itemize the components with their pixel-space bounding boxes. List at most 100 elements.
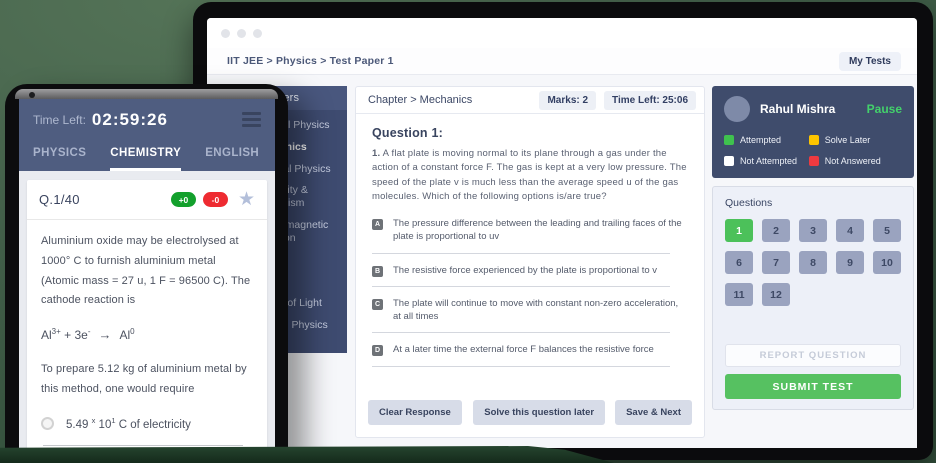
question-cell-4[interactable]: 4 bbox=[836, 219, 864, 242]
avatar bbox=[724, 96, 750, 122]
question-cell-1[interactable]: 1 bbox=[725, 219, 753, 242]
submit-test-button[interactable]: SUBMIT TEST bbox=[725, 374, 901, 399]
save-next-button[interactable]: Save & Next bbox=[615, 400, 692, 425]
arrow-icon: → bbox=[99, 327, 112, 342]
question-cell-3[interactable]: 3 bbox=[799, 219, 827, 242]
question-cell-2[interactable]: 2 bbox=[762, 219, 790, 242]
tab-physics[interactable]: PHYSICS bbox=[33, 143, 86, 171]
eq-part: Al bbox=[120, 328, 131, 342]
tab-english-proficiency[interactable]: ENGLISH PROFICIENCY bbox=[205, 143, 261, 171]
attempted-swatch-icon bbox=[724, 135, 734, 145]
eq-sup: 0 bbox=[130, 327, 134, 336]
mobile-option-1-text: 5.49 x 101 C of electricity bbox=[66, 416, 191, 431]
question-body: Question 1: 1. A flat plate is moving no… bbox=[356, 114, 704, 390]
window-dot-icon bbox=[237, 29, 246, 38]
mobile-question-prompt: To prepare 5.12 kg of aluminium metal by… bbox=[41, 360, 253, 400]
mobile-header: Time Left: 02:59:26 PHYSICS CHEMISTRY EN… bbox=[19, 99, 275, 171]
question-cell-8[interactable]: 8 bbox=[799, 251, 827, 274]
camera-icon bbox=[29, 92, 35, 98]
not-answered-swatch-icon bbox=[809, 156, 819, 166]
multiply-icon: x bbox=[92, 416, 96, 425]
status-legend: Attempted Solve Later Not Attempted bbox=[724, 135, 902, 166]
legend-label: Not Attempted bbox=[740, 156, 797, 166]
top-navigation-bar: IIT JEE > Physics > Test Paper 1 My Test… bbox=[207, 48, 917, 75]
clear-response-button[interactable]: Clear Response bbox=[368, 400, 462, 425]
opt-coeff: 5.49 bbox=[66, 419, 88, 431]
question-text-body: A flat plate is moving normal to its pla… bbox=[372, 148, 687, 202]
question-counter: Q.1/40 bbox=[39, 192, 80, 207]
legend-not-answered: Not Answered bbox=[809, 156, 902, 166]
marks-badge: Marks: 2 bbox=[539, 91, 596, 110]
divider bbox=[43, 445, 243, 446]
question-cell-6[interactable]: 6 bbox=[725, 251, 753, 274]
positive-marks-badge: +0 bbox=[171, 192, 196, 207]
option-b-badge: B bbox=[372, 266, 383, 277]
tab-chemistry[interactable]: CHEMISTRY bbox=[110, 143, 181, 171]
legend-attempted: Attempted bbox=[724, 135, 809, 145]
question-title: Question 1: bbox=[372, 126, 688, 140]
legend-label: Solve Later bbox=[825, 135, 871, 145]
option-b-text: The resistive force experienced by the p… bbox=[393, 264, 657, 277]
question-cell-7[interactable]: 7 bbox=[762, 251, 790, 274]
option-d-badge: D bbox=[372, 345, 383, 356]
divider bbox=[372, 366, 670, 367]
pause-button[interactable]: Pause bbox=[867, 102, 902, 116]
time-left-badge: Time Left: 25:06 bbox=[604, 91, 696, 110]
table-edge-decoration bbox=[0, 446, 614, 463]
solve-later-swatch-icon bbox=[809, 135, 819, 145]
question-cell-10[interactable]: 10 bbox=[873, 251, 901, 274]
option-c-text: The plate will continue to move with con… bbox=[393, 297, 688, 324]
question-cell-5[interactable]: 5 bbox=[873, 219, 901, 242]
right-panel: Rahul Mishra Pause Attempted Solve Later bbox=[712, 86, 914, 410]
breadcrumb[interactable]: IIT JEE > Physics > Test Paper 1 bbox=[227, 55, 394, 67]
legend-label: Attempted bbox=[740, 135, 781, 145]
cathode-reaction-equation: Al3+ + 3e-→Al0 bbox=[41, 327, 253, 342]
question-panel: Chapter > Mechanics Marks: 2 Time Left: … bbox=[355, 86, 705, 438]
radio-button-icon[interactable] bbox=[41, 417, 54, 430]
question-cell-11[interactable]: 11 bbox=[725, 283, 753, 306]
eq-sup: - bbox=[88, 327, 91, 336]
option-c-badge: C bbox=[372, 299, 383, 310]
browser-chrome bbox=[207, 18, 917, 48]
time-left-label: Time Left: bbox=[33, 113, 86, 127]
solve-later-button[interactable]: Solve this question later bbox=[473, 400, 605, 425]
option-b[interactable]: B The resistive force experienced by the… bbox=[372, 264, 688, 277]
option-a[interactable]: A The pressure difference between the le… bbox=[372, 217, 688, 244]
browser-content: ≡ 122 Chapters General Physics Mechanics… bbox=[207, 75, 917, 448]
option-c[interactable]: C The plate will continue to move with c… bbox=[372, 297, 688, 324]
question-cell-9[interactable]: 9 bbox=[836, 251, 864, 274]
legend-solve-later: Solve Later bbox=[809, 135, 902, 145]
mobile-screen: Time Left: 02:59:26 PHYSICS CHEMISTRY EN… bbox=[19, 99, 275, 463]
opt-base: 10 bbox=[99, 419, 112, 431]
my-tests-button[interactable]: My Tests bbox=[839, 52, 901, 71]
window-dot-icon bbox=[221, 29, 230, 38]
browser-window: IIT JEE > Physics > Test Paper 1 My Test… bbox=[207, 18, 917, 448]
question-cell-12[interactable]: 12 bbox=[762, 283, 790, 306]
not-attempted-swatch-icon bbox=[724, 156, 734, 166]
questions-grid: 1 2 3 4 5 6 7 8 9 10 11 12 bbox=[725, 219, 901, 306]
negative-marks-badge: -0 bbox=[203, 192, 228, 207]
mobile-option-1[interactable]: 5.49 x 101 C of electricity bbox=[41, 416, 253, 431]
bookmark-star-icon[interactable]: ★ bbox=[238, 190, 255, 209]
legend-not-attempted: Not Attempted bbox=[724, 156, 809, 166]
option-d-text: At a later time the external force F bal… bbox=[393, 343, 654, 356]
marketing-backdrop: IIT JEE > Physics > Test Paper 1 My Test… bbox=[0, 0, 936, 463]
eq-part: Al bbox=[41, 328, 52, 342]
report-question-button[interactable]: REPORT QUESTION bbox=[725, 344, 901, 367]
question-footer: Clear Response Solve this question later… bbox=[356, 390, 704, 437]
divider bbox=[372, 332, 670, 333]
user-card: Rahul Mishra Pause Attempted Solve Later bbox=[712, 86, 914, 178]
questions-palette: Questions 1 2 3 4 5 6 7 8 9 10 11 bbox=[712, 186, 914, 410]
mobile-question-card: Q.1/40 +0 -0 ★ Aluminium oxide may be el… bbox=[27, 180, 267, 463]
mobile-content: Q.1/40 +0 -0 ★ Aluminium oxide may be el… bbox=[19, 171, 275, 463]
legend-label: Not Answered bbox=[825, 156, 881, 166]
mobile-top-bezel bbox=[15, 89, 278, 99]
question-text: 1. A flat plate is moving normal to its … bbox=[372, 147, 688, 204]
option-d[interactable]: D At a later time the external force F b… bbox=[372, 343, 688, 356]
desktop-device-frame: IIT JEE > Physics > Test Paper 1 My Test… bbox=[193, 2, 933, 460]
opt-suffix: C of electricity bbox=[116, 419, 191, 431]
mobile-question-text: Aluminium oxide may be electrolysed at 1… bbox=[41, 232, 253, 311]
subject-tabs: PHYSICS CHEMISTRY ENGLISH PROFICIENCY bbox=[33, 143, 261, 171]
divider bbox=[372, 286, 670, 287]
hamburger-menu-icon[interactable] bbox=[242, 110, 261, 130]
